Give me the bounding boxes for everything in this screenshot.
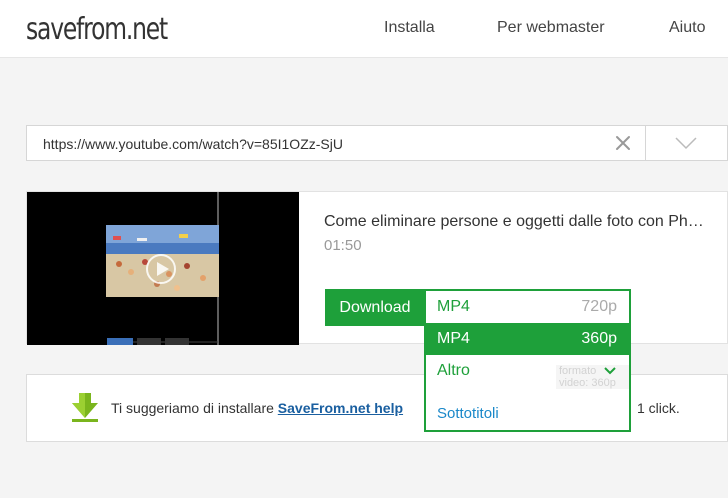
resolution-label: 360p [581, 330, 617, 347]
savefrom-helper-link[interactable]: SaveFrom.net help [278, 400, 403, 416]
video-title: Come eliminare persone e oggetti dalle f… [324, 213, 704, 230]
chevron-down-icon [675, 137, 697, 150]
format-option-mp4-360p[interactable]: MP4 360p [426, 323, 629, 355]
format-dropdown-button[interactable] [646, 125, 728, 161]
format-option-more[interactable]: Altro formato video: 360p [426, 355, 629, 389]
ghost-format-text: formato video: 360p [556, 365, 629, 389]
close-icon[interactable] [611, 131, 635, 155]
chevron-down-icon [604, 367, 616, 375]
more-label: Altro [437, 362, 470, 379]
nav-installa[interactable]: Installa [384, 19, 435, 37]
download-button[interactable]: Download [325, 289, 425, 326]
download-arrow-icon [69, 391, 101, 428]
video-thumbnail[interactable] [27, 192, 299, 345]
format-dropdown-menu: MP4 720p MP4 360p Altro formato video: 3… [424, 289, 631, 432]
url-input-field[interactable]: https://www.youtube.com/watch?v=85I1OZz-… [26, 125, 646, 161]
suggestion-text: Ti suggeriamo di installare SaveFrom.net… [111, 400, 403, 416]
nav-per-webmaster[interactable]: Per webmaster [497, 19, 605, 37]
subtitles-label: Sottotitoli [437, 405, 499, 422]
site-header: savefrom.net Installa Per webmaster Aiut… [0, 0, 728, 58]
suggestion-suffix: 1 click. [637, 400, 680, 416]
resolution-label: 720p [581, 298, 617, 315]
url-input-value[interactable]: https://www.youtube.com/watch?v=85I1OZz-… [43, 136, 343, 152]
format-label: MP4 [437, 330, 470, 347]
format-option-mp4-720p[interactable]: MP4 720p [426, 291, 629, 323]
video-duration: 01:50 [324, 237, 362, 254]
format-label: MP4 [437, 298, 470, 315]
nav-aiuto[interactable]: Aiuto [669, 19, 705, 37]
suggestion-prefix: Ti suggeriamo di installare [111, 400, 274, 416]
site-logo[interactable]: savefrom.net [26, 12, 168, 47]
subtitles-option[interactable]: Sottotitoli [426, 399, 629, 431]
